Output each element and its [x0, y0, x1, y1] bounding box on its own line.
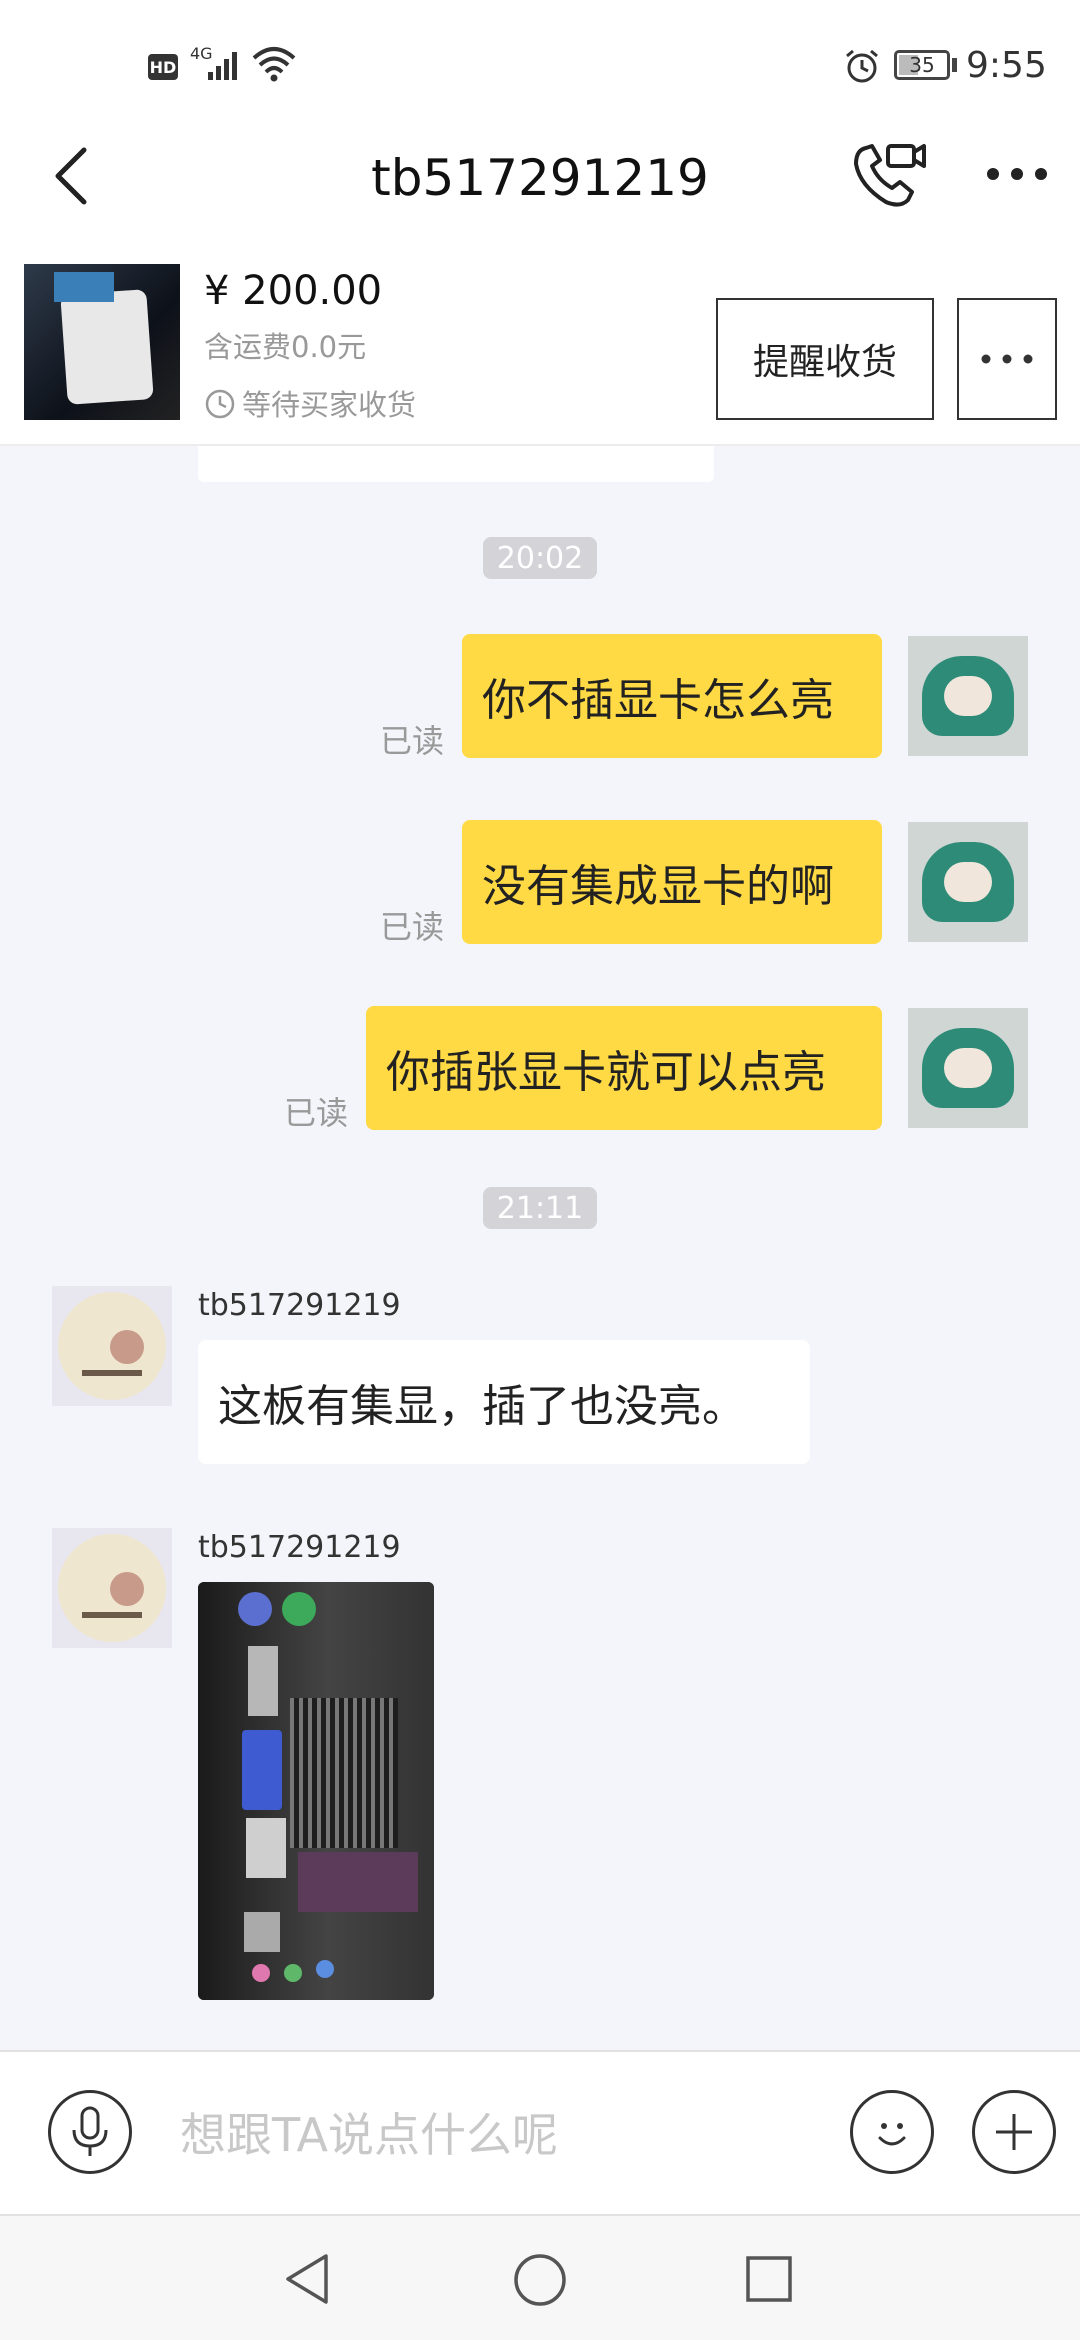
avatar-art — [82, 1370, 142, 1376]
wifi-icon — [252, 47, 296, 82]
avatar-art — [944, 676, 992, 716]
battery-icon: 35 — [894, 50, 950, 80]
more-dots-icon — [981, 354, 1033, 364]
product-thumbnail-part — [60, 289, 154, 405]
photo-detail — [316, 1960, 334, 1978]
battery-tip — [952, 58, 957, 72]
more-dots-icon[interactable] — [984, 162, 1050, 186]
photo-detail — [252, 1964, 270, 1982]
avatar[interactable] — [908, 636, 1028, 756]
avatar[interactable] — [52, 1286, 172, 1406]
sender-name: tb517291219 — [198, 1530, 401, 1565]
photo-detail — [284, 1964, 302, 1982]
my-message-bubble[interactable]: 没有集成显卡的啊 — [462, 820, 882, 944]
my-message-bubble[interactable]: 你插张显卡就可以点亮 — [366, 1006, 882, 1130]
photo-detail — [298, 1852, 418, 1912]
photo-detail — [290, 1698, 398, 1848]
message-photo[interactable] — [198, 1582, 434, 2000]
clock-icon — [205, 389, 235, 419]
avatar[interactable] — [908, 1008, 1028, 1128]
microphone-icon — [72, 2106, 108, 2156]
message-text: 你插张显卡就可以点亮 — [386, 1047, 826, 1098]
photo-detail — [246, 1818, 286, 1878]
photo-detail — [248, 1646, 278, 1716]
photo-detail — [244, 1912, 280, 1952]
emoji-icon — [878, 2123, 906, 2146]
timestamp: 21:11 — [483, 1187, 597, 1229]
avatar[interactable] — [52, 1528, 172, 1648]
other-message-bubble[interactable]: 这板有集显，插了也没亮。 — [198, 1340, 810, 1464]
photo-detail — [242, 1730, 282, 1810]
message-input[interactable] — [180, 2100, 820, 2170]
photo-detail — [282, 1592, 316, 1626]
order-status: 等待买家收货 — [242, 388, 417, 422]
read-receipt: 已读 — [380, 908, 445, 946]
previous-message-bubble — [198, 446, 714, 482]
avatar-art — [110, 1572, 144, 1606]
voice-button[interactable] — [48, 2090, 132, 2174]
avatar-art — [944, 1048, 992, 1088]
sender-name: tb517291219 — [198, 1288, 401, 1323]
avatar[interactable] — [908, 822, 1028, 942]
nav-back-icon[interactable] — [282, 2252, 332, 2306]
hd-badge: HD — [148, 54, 178, 80]
my-message-bubble[interactable]: 你不插显卡怎么亮 — [462, 634, 882, 758]
signal-icon — [208, 52, 237, 80]
product-thumbnail-part — [54, 272, 114, 302]
read-receipt: 已读 — [380, 722, 445, 760]
order-shipping: 含运费0.0元 — [204, 330, 367, 364]
plus-icon — [996, 2114, 1032, 2150]
product-thumbnail[interactable] — [24, 264, 180, 420]
battery-text: 35 — [909, 53, 935, 77]
message-text: 你不插显卡怎么亮 — [482, 675, 834, 726]
message-text: 没有集成显卡的啊 — [482, 861, 834, 912]
nav-recent-icon[interactable] — [744, 2254, 794, 2304]
order-more-button[interactable] — [957, 298, 1057, 420]
video-call-icon[interactable] — [852, 140, 928, 210]
plus-button[interactable] — [972, 2090, 1056, 2174]
order-price: ¥ 200.00 — [204, 268, 383, 314]
photo-detail — [238, 1592, 272, 1626]
remind-receipt-button[interactable]: 提醒收货 — [716, 298, 934, 420]
emoji-button[interactable] — [850, 2090, 934, 2174]
nav-home-icon[interactable] — [512, 2252, 568, 2308]
clock-time: 9:55 — [966, 45, 1047, 86]
avatar-art — [82, 1612, 142, 1618]
alarm-icon — [846, 49, 878, 83]
timestamp: 20:02 — [483, 537, 597, 579]
read-receipt: 已读 — [284, 1094, 349, 1132]
avatar-art — [944, 862, 992, 902]
message-text: 这板有集显，插了也没亮。 — [218, 1381, 746, 1432]
avatar-art — [110, 1330, 144, 1364]
